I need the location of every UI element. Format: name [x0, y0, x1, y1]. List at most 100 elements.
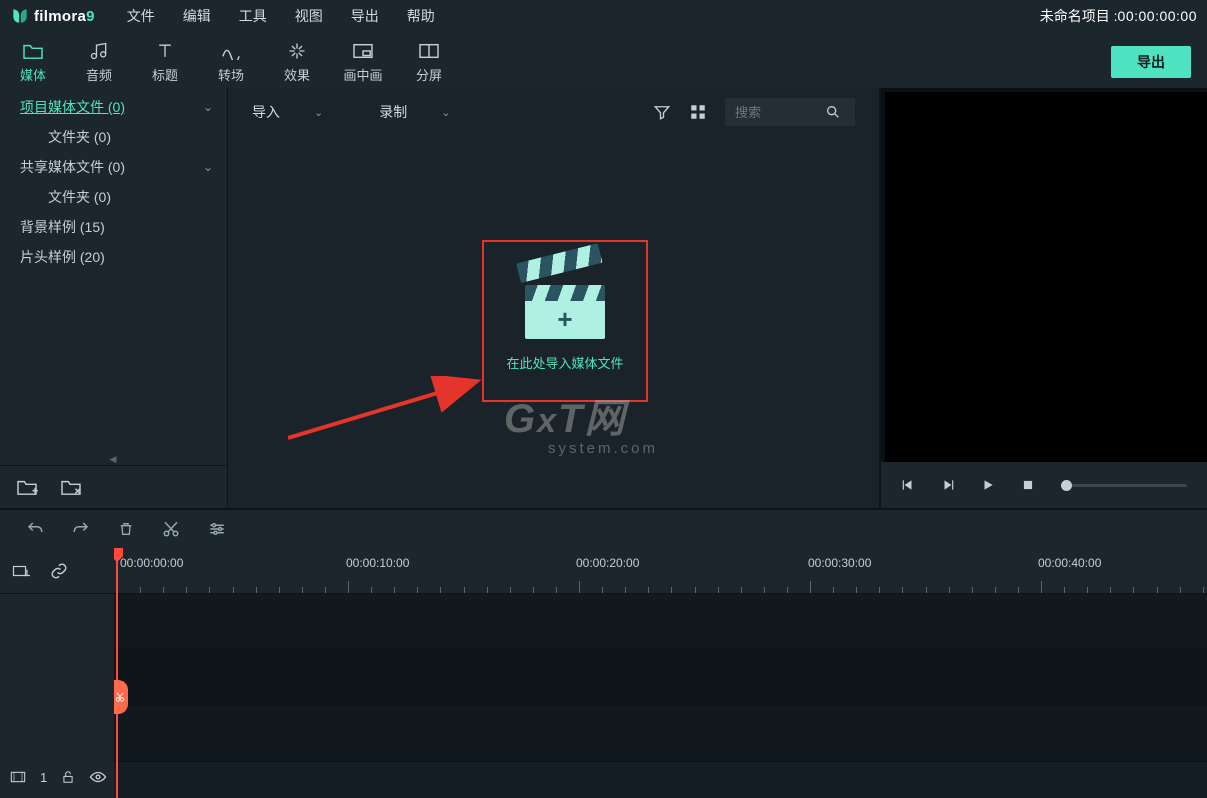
text-icon [155, 41, 175, 61]
tab-media[interactable]: 媒体 [0, 41, 66, 84]
eye-icon[interactable] [89, 770, 107, 784]
sidebar-item-label: 项目媒体文件 (0) [20, 97, 125, 117]
play-icon[interactable] [981, 478, 995, 492]
tab-label: 媒体 [20, 65, 46, 84]
timeline: 1 00:00:00:00 00:00:10:00 00:00:20:00 00… [0, 548, 1207, 798]
add-track-icon[interactable] [12, 563, 30, 579]
track-head: 1 [0, 756, 114, 798]
cut-icon[interactable] [162, 520, 180, 538]
transition-icon [220, 41, 242, 61]
delete-folder-icon[interactable] [60, 478, 82, 496]
app-name: filmora9 [34, 8, 95, 25]
pip-icon [352, 41, 374, 61]
sidebar-item-shared-media[interactable]: 共享媒体文件 (0) ⌄ [0, 152, 227, 182]
folder-icon [22, 41, 44, 61]
sidebar-item-label: 共享媒体文件 (0) [20, 157, 125, 177]
filter-icon[interactable] [653, 103, 671, 121]
menu-tools[interactable]: 工具 [225, 6, 281, 26]
media-pane: 导入 ⌄ 录制 ⌄ + 在此处导入媒体文件 [228, 88, 881, 508]
menu-view[interactable]: 视图 [281, 6, 337, 26]
chevron-down-icon: ⌄ [203, 100, 213, 114]
tab-pip[interactable]: 画中画 [330, 41, 396, 84]
sidebar-item-intro-samples[interactable]: 片头样例 (20) [0, 242, 227, 272]
tab-label: 效果 [284, 65, 310, 84]
ruler-label: 00:00:20:00 [576, 556, 639, 570]
media-sidebar: 项目媒体文件 (0) ⌄ 文件夹 (0) 共享媒体文件 (0) ⌄ 文件夹 (0… [0, 88, 228, 508]
new-folder-icon[interactable] [16, 478, 38, 496]
menu-export[interactable]: 导出 [337, 6, 393, 26]
split-handle-icon[interactable] [114, 680, 128, 714]
ruler-label: 00:00:00:00 [120, 556, 183, 570]
link-icon[interactable] [50, 562, 68, 580]
tab-label: 分屏 [416, 65, 442, 84]
sparkle-icon [287, 41, 307, 61]
settings-icon[interactable] [208, 521, 226, 537]
track-row[interactable] [114, 650, 1207, 706]
dropdown-label: 录制 [379, 102, 407, 122]
menu-items: 文件 编辑 工具 视图 导出 帮助 [113, 6, 449, 26]
export-button[interactable]: 导出 [1111, 46, 1191, 78]
tab-label: 标题 [152, 65, 178, 84]
import-media-target[interactable]: + 在此处导入媒体文件 [482, 240, 648, 402]
tab-effect[interactable]: 效果 [264, 41, 330, 84]
tab-label: 音频 [86, 65, 112, 84]
tab-label: 转场 [218, 65, 244, 84]
tab-audio[interactable]: 音频 [66, 41, 132, 84]
sidebar-item-bg-samples[interactable]: 背景样例 (15) [0, 212, 227, 242]
sidebar-item-label: 文件夹 (0) [48, 127, 111, 147]
app-logo: filmora9 [10, 6, 95, 26]
sidebar-item-label: 文件夹 (0) [48, 187, 111, 207]
delete-icon[interactable] [118, 520, 134, 538]
tab-title[interactable]: 标题 [132, 41, 198, 84]
grid-view-icon[interactable] [689, 103, 707, 121]
sidebar-item-folder[interactable]: 文件夹 (0) [0, 122, 227, 152]
timeline-left-tools [0, 548, 114, 594]
stop-icon[interactable] [1021, 478, 1035, 492]
annotation-arrow [288, 376, 508, 446]
import-dropdown[interactable]: 导入 ⌄ [252, 102, 323, 122]
slider-knob[interactable] [1061, 480, 1072, 491]
sidebar-list: 项目媒体文件 (0) ⌄ 文件夹 (0) 共享媒体文件 (0) ⌄ 文件夹 (0… [0, 88, 227, 334]
tab-label: 画中画 [343, 65, 382, 84]
tab-transition[interactable]: 转场 [198, 41, 264, 84]
ruler-label: 00:00:30:00 [808, 556, 871, 570]
track-row[interactable] [114, 706, 1207, 762]
menu-file[interactable]: 文件 [113, 6, 169, 26]
record-dropdown[interactable]: 录制 ⌄ [379, 102, 450, 122]
sidebar-item-project-media[interactable]: 项目媒体文件 (0) ⌄ [0, 92, 227, 122]
tab-split[interactable]: 分屏 [396, 41, 462, 84]
sidebar-item-folder[interactable]: 文件夹 (0) [0, 182, 227, 212]
split-icon [418, 41, 440, 61]
tool-tabs: 媒体 音频 标题 转场 效果 画中画 分屏 导出 [0, 32, 1207, 88]
prev-frame-icon[interactable] [901, 478, 915, 492]
redo-icon[interactable] [72, 520, 90, 538]
search-input[interactable] [735, 105, 825, 120]
filmstrip-icon [10, 770, 26, 784]
timeline-tracks[interactable]: 00:00:00:00 00:00:10:00 00:00:20:00 00:0… [114, 548, 1207, 798]
preview-pane [881, 88, 1207, 508]
workspace: 项目媒体文件 (0) ⌄ 文件夹 (0) 共享媒体文件 (0) ⌄ 文件夹 (0… [0, 88, 1207, 508]
ruler-label: 00:00:10:00 [346, 556, 409, 570]
project-title: 未命名项目 :00:00:00:00 [1040, 6, 1197, 26]
track-row[interactable] [114, 594, 1207, 650]
menu-help[interactable]: 帮助 [393, 6, 449, 26]
search-box[interactable] [725, 98, 855, 126]
undo-icon[interactable] [26, 520, 44, 538]
menu-edit[interactable]: 编辑 [169, 6, 225, 26]
preview-slider[interactable] [1061, 484, 1187, 487]
playhead[interactable] [116, 548, 118, 798]
sidebar-bottom [0, 465, 227, 508]
next-frame-icon[interactable] [941, 478, 955, 492]
track-index: 1 [40, 770, 47, 785]
preview-video[interactable] [885, 92, 1207, 462]
collapse-sidebar-icon[interactable]: ◀ [110, 454, 118, 465]
timeline-left: 1 [0, 548, 114, 798]
media-drop-area[interactable]: + 在此处导入媒体文件 GxT网 system.com [228, 136, 879, 508]
timeline-ruler[interactable]: 00:00:00:00 00:00:10:00 00:00:20:00 00:0… [114, 548, 1207, 594]
drop-text: 在此处导入媒体文件 [506, 353, 623, 372]
media-pane-toolbar: 导入 ⌄ 录制 ⌄ [228, 88, 879, 136]
search-icon[interactable] [825, 104, 841, 120]
music-icon [89, 41, 109, 61]
lock-icon[interactable] [61, 769, 75, 785]
clapperboard-icon: + [525, 271, 605, 337]
